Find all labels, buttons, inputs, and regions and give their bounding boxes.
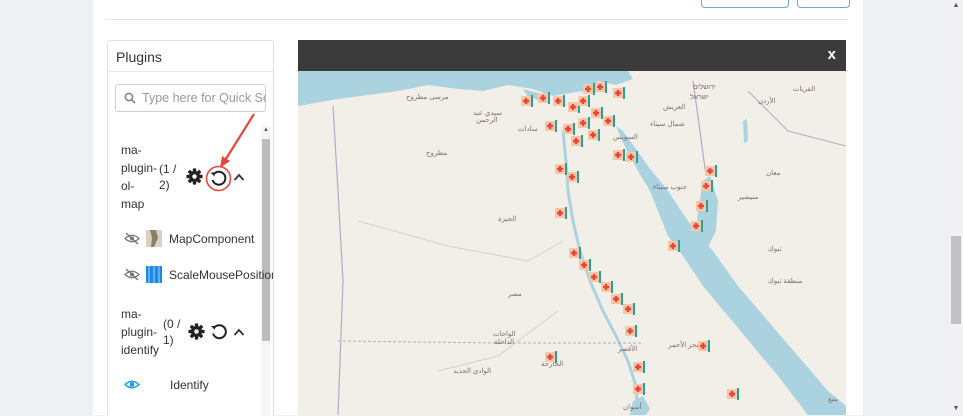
eye-off-icon[interactable]	[124, 232, 140, 245]
svg-text:الرحمن: الرحمن	[476, 116, 498, 124]
svg-text:تبوك: تبوك	[768, 245, 781, 253]
svg-text:منيشير: منيشير	[737, 194, 758, 201]
search-icon	[124, 92, 136, 104]
page-scrollbar-thumb[interactable]	[951, 236, 961, 324]
scale-thumbnail-icon	[146, 266, 162, 283]
top-action-button[interactable]	[701, 0, 789, 8]
svg-text:ירושלים: ירושלים	[693, 83, 716, 91]
svg-text:شمال سيناء: شمال سيناء	[650, 120, 685, 128]
panel-header-divider	[108, 71, 273, 72]
svg-text:القريات: القريات	[793, 85, 815, 93]
scroll-down-arrow-icon[interactable]: ▼	[949, 403, 963, 415]
map-thumbnail-icon	[146, 230, 162, 247]
svg-text:سيدي عبد: سيدي عبد	[473, 110, 502, 117]
plugin-component-count: (1 / 2)	[159, 162, 177, 192]
svg-text:مرسى مطروح: مرسى مطروح	[406, 93, 449, 101]
page-scrollbar[interactable]	[949, 0, 963, 415]
svg-text:الواحات: الواحات	[493, 330, 516, 338]
svg-text:الجيزة: الجيزة	[498, 215, 516, 223]
component-label: MapComponent	[169, 232, 255, 246]
component-row[interactable]: ScaleMousePosition	[108, 265, 273, 285]
svg-text:الداخلة: الداخلة	[494, 338, 514, 346]
svg-text:ينبع: ينبع	[828, 396, 838, 403]
svg-text:ישראל: ישראל	[690, 93, 709, 101]
svg-text:السويس: السويس	[613, 133, 638, 141]
reset-icon[interactable]	[205, 165, 232, 192]
plugin-list-scroll-up-icon[interactable]: ▲	[261, 127, 271, 133]
map-window-header: x	[298, 40, 846, 71]
map-window[interactable]: x مرسى مطروح سيدي عبد الرحمن مطروح الجيز…	[298, 40, 846, 415]
gear-icon[interactable]	[188, 323, 205, 340]
map-canvas[interactable]: مرسى مطروح سيدي عبد الرحمن مطروح الجيزة …	[298, 71, 846, 415]
chevron-up-icon[interactable]	[233, 327, 245, 337]
gear-icon[interactable]	[186, 168, 203, 185]
quick-search-box[interactable]	[115, 84, 266, 112]
plugin-name: ma- plugin- identify	[121, 307, 160, 357]
quick-search-input[interactable]	[142, 89, 266, 107]
eye-icon[interactable]	[124, 378, 140, 391]
svg-text:جنوب سيناء: جنوب سيناء	[653, 183, 687, 191]
svg-text:سادات: سادات	[518, 125, 538, 133]
component-label: ScaleMousePosition	[169, 268, 274, 282]
component-row[interactable]: Identify	[108, 375, 258, 395]
svg-text:الوادي الجديد: الوادي الجديد	[453, 367, 491, 375]
svg-text:العريش: العريش	[663, 103, 685, 111]
svg-text:مطروح: مطروح	[426, 149, 448, 157]
plugins-panel-title: Plugins	[116, 49, 162, 65]
eye-off-icon[interactable]	[124, 268, 140, 281]
plugin-component-count: (0 / 1)	[163, 317, 181, 347]
svg-text:مصر: مصر	[507, 291, 522, 298]
component-row[interactable]: MapComponent	[108, 229, 258, 249]
chevron-up-icon[interactable]	[233, 172, 245, 182]
plugins-panel: Plugins ▲ ma- plugin- ol- map (1 / 2)	[107, 40, 274, 416]
top-secondary-button[interactable]	[797, 0, 850, 8]
reset-icon[interactable]	[209, 322, 229, 342]
section-divider	[105, 19, 848, 20]
svg-text:معان: معان	[766, 169, 781, 177]
component-label: Identify	[170, 378, 209, 392]
scroll-up-arrow-icon[interactable]: ▲	[949, 0, 963, 12]
plugin-name: ma- plugin- ol- map	[121, 143, 158, 211]
svg-text:منطقة تبوك: منطقة تبوك	[768, 277, 803, 285]
close-button[interactable]: x	[828, 46, 836, 63]
plugin-list-scrollbar-thumb[interactable]	[262, 139, 270, 341]
